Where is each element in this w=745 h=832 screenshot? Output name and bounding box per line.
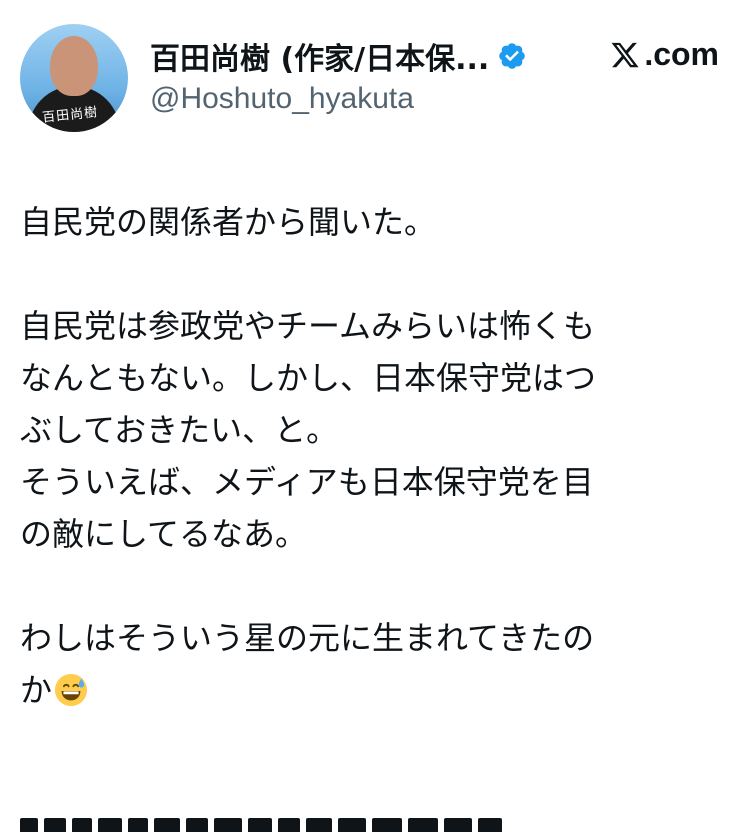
x-logo-icon bbox=[611, 42, 639, 67]
grinning-face-with-sweat-icon bbox=[54, 673, 88, 707]
x-brand[interactable]: .com bbox=[610, 36, 719, 73]
post-line: 自民党は参政党やチームみらいは怖くも bbox=[20, 307, 596, 345]
post-line: ぶしておきたい、と。 bbox=[20, 411, 339, 449]
author-name-row[interactable]: 百田尚樹 (作家/日本保... bbox=[150, 34, 527, 78]
brand-label: .com bbox=[644, 36, 719, 72]
verified-badge-icon bbox=[499, 43, 526, 69]
post-line-text: か bbox=[20, 671, 53, 709]
post-line: の敵にしてるなあ。 bbox=[20, 515, 308, 553]
post-body: 自民党の関係者から聞いた。 自民党は参政党やチームみらいは怖くも なんともない。… bbox=[20, 196, 732, 716]
post-line: なんともない。しかし、日本保守党はつ bbox=[20, 359, 597, 397]
author-handle[interactable]: @Hoshuto_hyakuta bbox=[150, 82, 414, 116]
post-header: 百田尚樹 百田尚樹 (作家/日本保... @Hoshuto_hyakuta .c… bbox=[0, 0, 745, 140]
post-line-last: か bbox=[20, 664, 732, 716]
post-line: わしはそういう星の元に生まれてきたの bbox=[20, 619, 595, 657]
author-avatar[interactable]: 百田尚樹 bbox=[20, 24, 128, 132]
author-display-name[interactable]: 百田尚樹 (作家/日本保... bbox=[150, 34, 489, 78]
post-line: 自民党の関係者から聞いた。 bbox=[20, 203, 437, 241]
avatar-face bbox=[50, 36, 98, 96]
post-line: そういえば、メディアも日本保守党を目 bbox=[20, 463, 594, 501]
